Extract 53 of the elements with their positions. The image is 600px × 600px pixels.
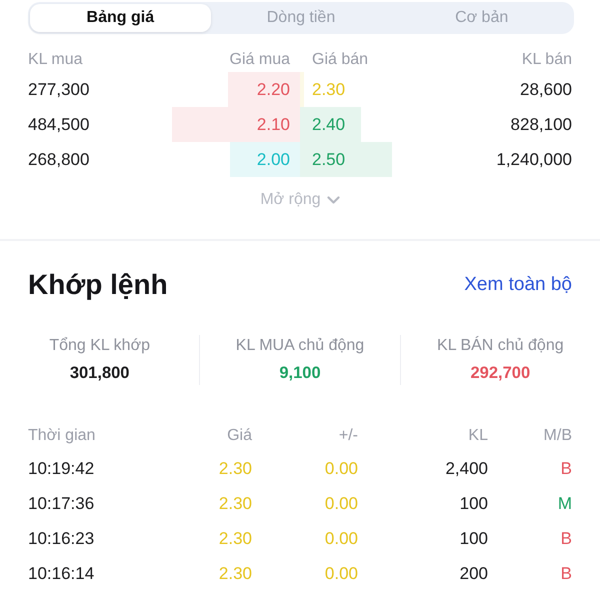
change-cell: 0.00	[324, 564, 358, 584]
stat-value: 301,800	[70, 364, 130, 383]
view-all-link[interactable]: Xem toàn bộ	[464, 274, 572, 296]
bid-volume: 277,300	[28, 80, 90, 100]
column-header: KL bán	[522, 51, 572, 69]
volume-cell: 200	[460, 564, 488, 584]
tab[interactable]: Bảng giá	[30, 4, 211, 32]
volume-cell: 100	[460, 494, 488, 514]
time-cell: 10:16:23	[28, 528, 94, 548]
stat-label: KL MUA chủ động	[236, 337, 364, 355]
price-cell: 2.30	[218, 494, 252, 514]
bid-price: 2.10	[256, 114, 290, 134]
expand-button[interactable]: Mở rộng	[256, 189, 344, 211]
column-header: +/-	[338, 427, 358, 445]
ask-price: 2.50	[312, 150, 346, 170]
column-header: M/B	[544, 427, 572, 445]
time-cell: 10:16:14	[28, 564, 94, 584]
stat-value: 292,700	[470, 364, 530, 383]
price-cell: 2.30	[218, 564, 252, 584]
side-cell: M	[558, 494, 572, 514]
ask-price: 2.40	[312, 114, 346, 134]
change-cell: 0.00	[324, 458, 358, 478]
stat-label: Tổng KL khớp	[49, 337, 150, 355]
tab[interactable]: Cơ bản	[391, 4, 572, 32]
change-cell: 0.00	[324, 494, 358, 514]
column-header: Giá	[227, 427, 252, 445]
column-header: KL mua	[28, 51, 83, 69]
column-header: KL	[468, 427, 488, 445]
side-cell: B	[560, 528, 572, 548]
ask-price: 2.30	[312, 80, 346, 100]
time-cell: 10:19:42	[28, 458, 94, 478]
column-header: Giá mua	[230, 51, 290, 69]
side-cell: B	[560, 564, 572, 584]
change-cell: 0.00	[324, 528, 358, 548]
side-cell: B	[560, 458, 572, 478]
stat-value: 9,100	[279, 364, 321, 383]
bid-volume: 268,800	[28, 150, 90, 170]
volume-cell: 2,400	[445, 458, 488, 478]
ask-volume: 828,100	[510, 114, 572, 134]
volume-cell: 100	[460, 528, 488, 548]
ask-volume: 28,600	[520, 80, 572, 100]
column-header: Giá bán	[312, 51, 368, 69]
column-header: Thời gian	[28, 427, 96, 445]
section-title: Khớp lệnh	[28, 269, 168, 301]
price-cell: 2.30	[218, 458, 252, 478]
bid-price: 2.20	[256, 80, 290, 100]
stat-label: KL BÁN chủ động	[437, 337, 564, 355]
time-cell: 10:17:36	[28, 494, 94, 514]
bid-volume: 484,500	[28, 114, 90, 134]
bid-price: 2.00	[256, 150, 290, 170]
tab[interactable]: Dòng tiền	[210, 4, 392, 32]
price-cell: 2.30	[218, 528, 252, 548]
ask-volume: 1,240,000	[496, 150, 572, 170]
